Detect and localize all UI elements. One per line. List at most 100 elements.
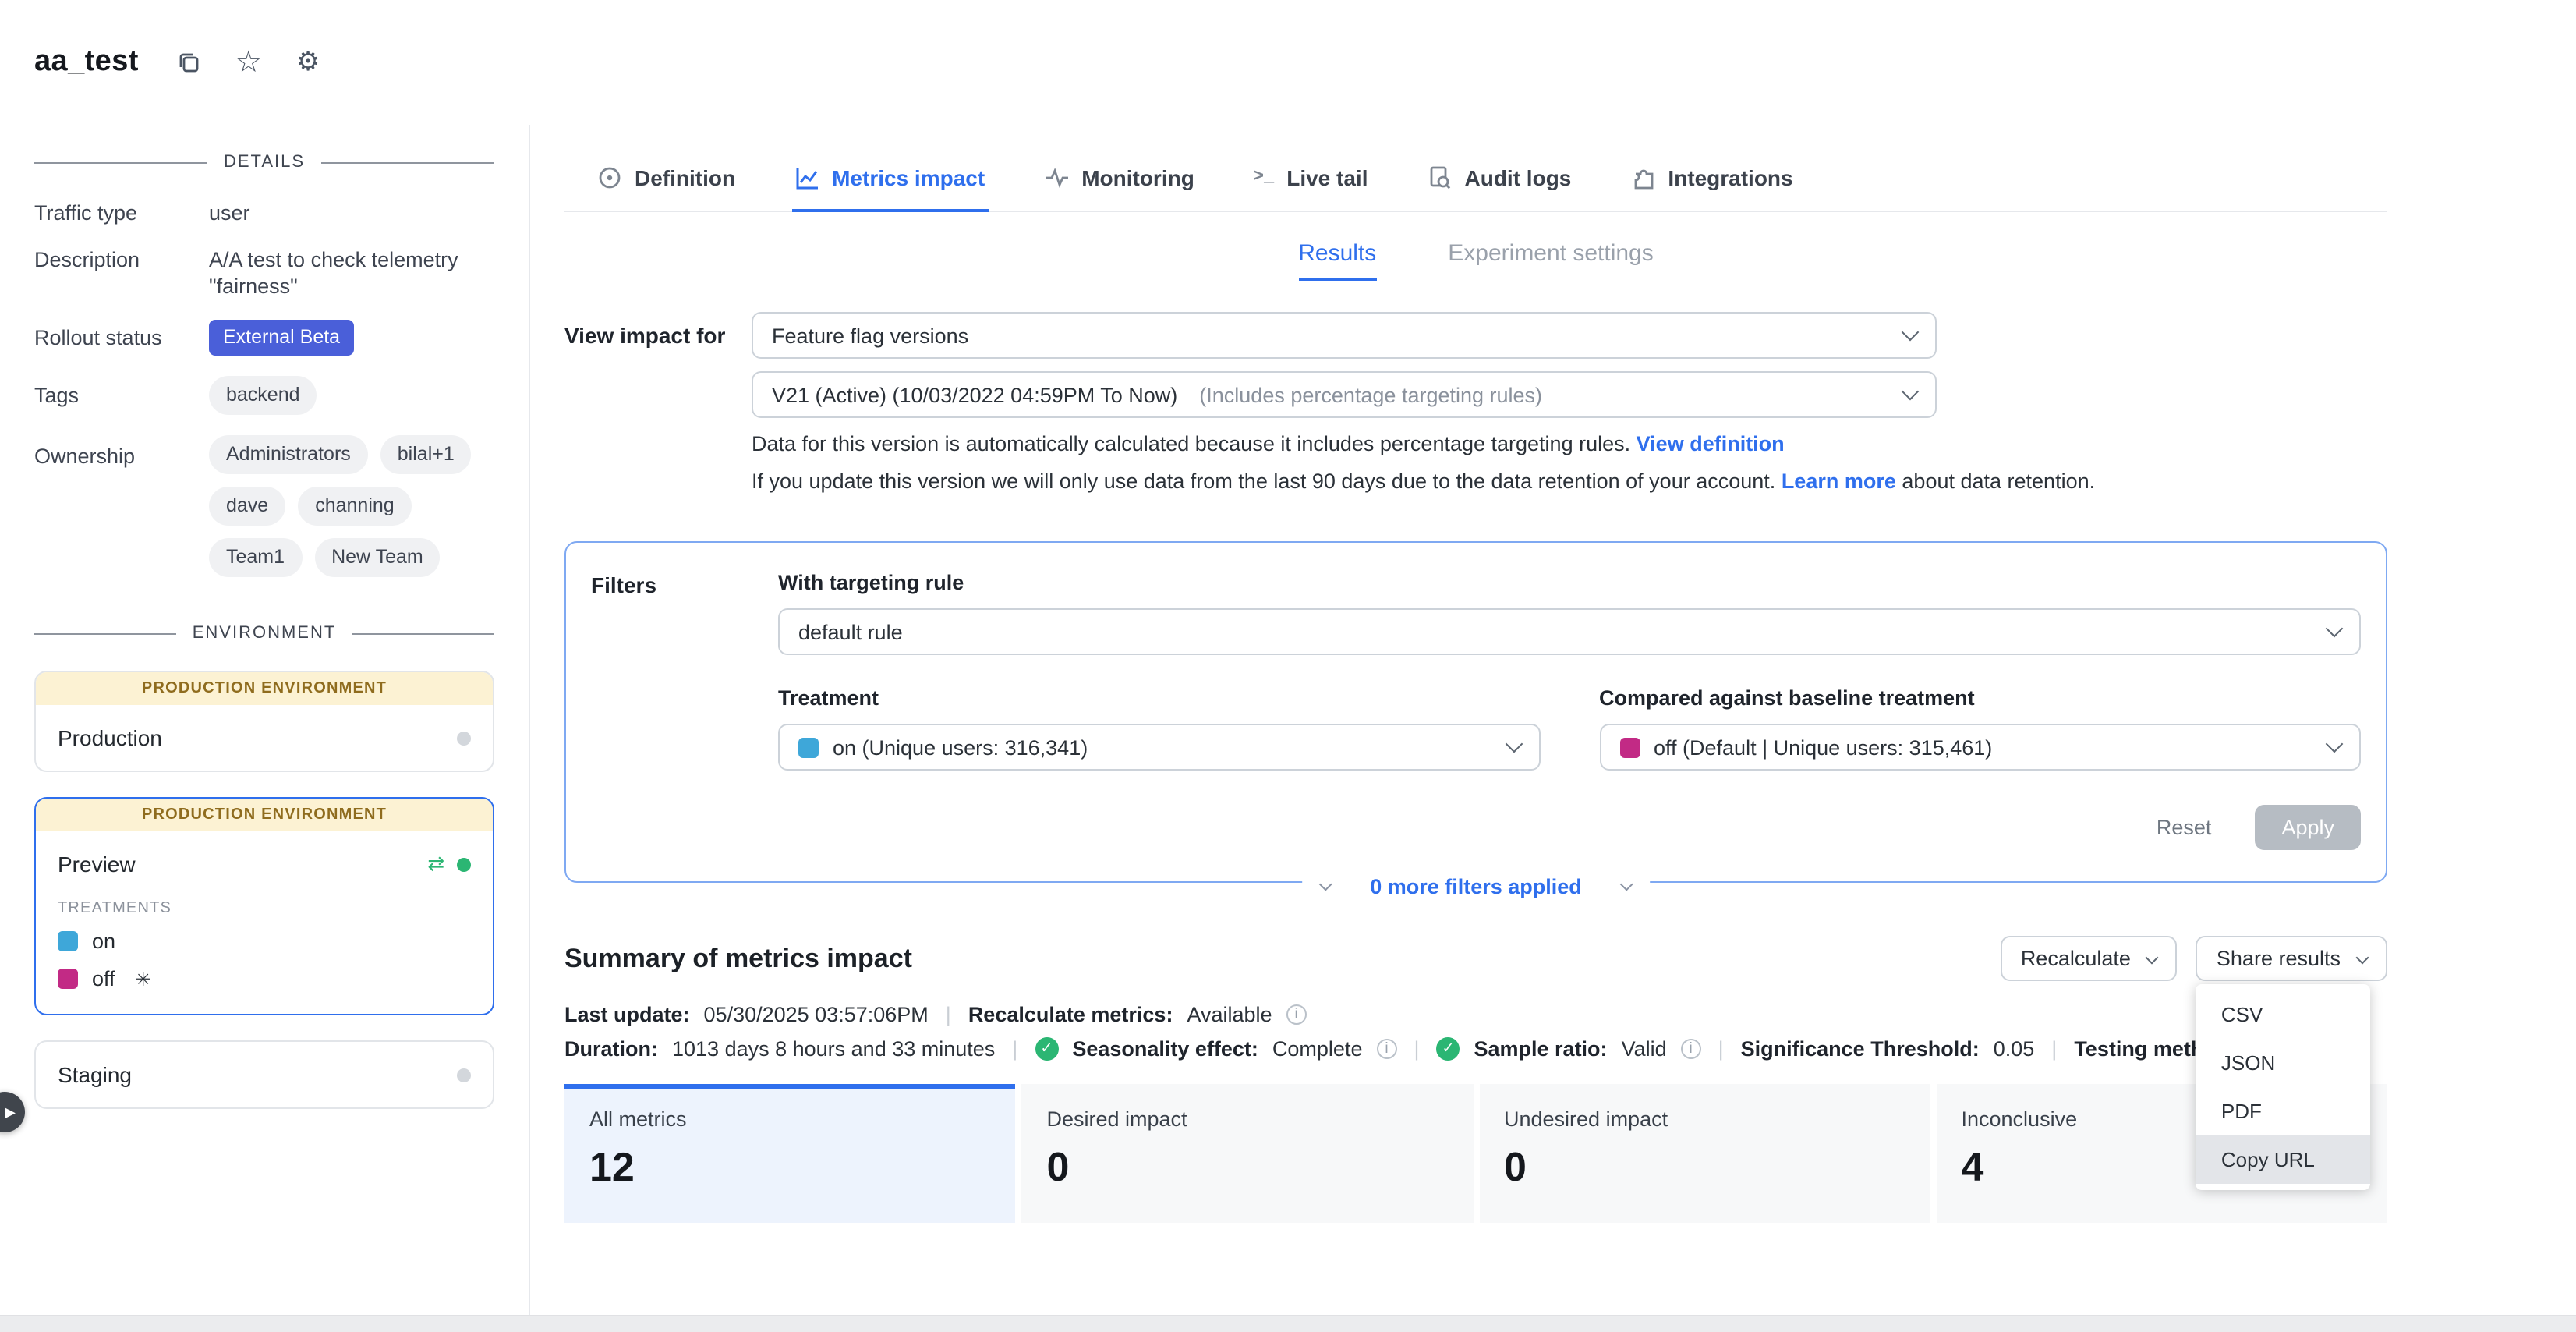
targeting-rule-label: With targeting rule: [778, 571, 2361, 594]
chevron-down-icon: [1505, 735, 1523, 753]
menu-item-copy-url[interactable]: Copy URL: [2196, 1135, 2371, 1184]
owner-pill[interactable]: Administrators: [209, 435, 368, 474]
sample-ratio-value: Valid: [1622, 1037, 1667, 1061]
view-definition-link[interactable]: View definition: [1637, 432, 1785, 455]
chevron-down-icon: [1902, 383, 1920, 401]
env-card-production[interactable]: PRODUCTION ENVIRONMENT Production: [34, 671, 494, 772]
subtab-results[interactable]: Results: [1298, 240, 1376, 281]
view-impact-section: View impact for Feature flag versions V2…: [564, 312, 2387, 494]
duration-value: 1013 days 8 hours and 33 minutes: [672, 1037, 995, 1061]
recalculate-metrics-label: Recalculate metrics:: [968, 1003, 1173, 1026]
treatment-off-swatch: [1619, 737, 1640, 757]
document-search-icon: [1428, 165, 1453, 190]
treatment-dropdown-value: on (Unique users: 316,341): [833, 735, 1088, 759]
status-dot-green: [457, 857, 471, 871]
summary-meta-line-1: Last update: 05/30/2025 03:57:06PM | Rec…: [564, 1003, 2387, 1026]
terminal-icon: >_: [1254, 168, 1274, 187]
treatment-on-swatch: [798, 737, 819, 757]
owner-pill[interactable]: bilal+1: [380, 435, 472, 474]
more-filters-link[interactable]: 0 more filters applied: [1370, 875, 1582, 898]
info-icon[interactable]: [1286, 1004, 1307, 1025]
header-actions: ☆ ⚙: [176, 44, 320, 80]
chevron-down-icon[interactable]: [1318, 878, 1332, 891]
treatment-on-swatch: [58, 931, 78, 951]
apply-button[interactable]: Apply: [2255, 805, 2361, 850]
tab-label: Audit logs: [1465, 165, 1572, 190]
tab-live-tail[interactable]: >_ Live tail: [1251, 150, 1371, 211]
treatment-off-swatch: [58, 969, 78, 989]
puzzle-icon: [1630, 165, 1655, 190]
status-dot-gray: [457, 1068, 471, 1082]
default-treatment-icon: ✳: [136, 968, 151, 990]
owner-pill[interactable]: channing: [298, 487, 412, 526]
tab-definition[interactable]: Definition: [594, 150, 738, 211]
subtab-bar: Results Experiment settings: [564, 240, 2387, 281]
baseline-dropdown-value: off (Default | Unique users: 315,461): [1654, 735, 1992, 759]
treatment-dropdown[interactable]: on (Unique users: 316,341): [778, 724, 1540, 771]
owner-pill[interactable]: Team1: [209, 538, 302, 577]
sample-ratio-label: Sample ratio:: [1474, 1037, 1608, 1061]
targeting-rule-dropdown[interactable]: default rule: [778, 608, 2361, 655]
share-results-button[interactable]: Share results: [2196, 936, 2387, 981]
line-chart-icon: [794, 165, 819, 190]
recalculate-button[interactable]: Recalculate: [2001, 936, 2178, 981]
rollout-status-label: Rollout status: [34, 324, 209, 351]
gear-icon[interactable]: ⚙: [296, 47, 320, 78]
horizontal-scrollbar[interactable]: [0, 1315, 2576, 1332]
copy-icon[interactable]: [176, 50, 201, 75]
version-info-line-1: Data for this version is automatically c…: [752, 430, 2387, 457]
targeting-rule-value: default rule: [798, 620, 903, 643]
metric-card-undesired-impact[interactable]: Undesired impact 0: [1479, 1084, 1930, 1223]
info-icon[interactable]: [1681, 1039, 1701, 1059]
tab-metrics-impact[interactable]: Metrics impact: [791, 150, 988, 212]
version-dropdown[interactable]: V21 (Active) (10/03/2022 04:59PM To Now)…: [752, 371, 1937, 418]
owner-pill[interactable]: New Team: [314, 538, 441, 577]
description-field: Description A/A test to check telemetry …: [34, 246, 494, 299]
env-preview-name: Preview: [58, 852, 136, 877]
metric-card-all-metrics[interactable]: All metrics 12: [564, 1084, 1016, 1223]
recalculate-metrics-value: Available: [1187, 1003, 1272, 1026]
view-impact-label: View impact for: [564, 312, 752, 494]
environment-title: ENVIRONMENT: [193, 624, 337, 643]
tab-label: Integrations: [1668, 165, 1792, 190]
definition-icon: [597, 165, 622, 190]
filters-title: Filters: [591, 571, 778, 850]
flag-title: aa_test: [34, 45, 139, 80]
version-type-dropdown[interactable]: Feature flag versions: [752, 312, 1937, 359]
tab-label: Definition: [635, 165, 735, 190]
version-note: (Includes percentage targeting rules): [1199, 383, 1542, 406]
treatment-label: Treatment: [778, 686, 1540, 710]
tab-audit-logs[interactable]: Audit logs: [1424, 150, 1575, 211]
star-icon[interactable]: ☆: [235, 44, 262, 80]
tab-monitoring[interactable]: Monitoring: [1041, 150, 1198, 211]
env-card-staging[interactable]: Staging: [34, 1040, 494, 1109]
info-icon[interactable]: [1376, 1039, 1396, 1059]
details-title: DETAILS: [224, 153, 305, 172]
environment-section-header: ENVIRONMENT: [34, 624, 494, 643]
env-card-header: PRODUCTION ENVIRONMENT: [36, 799, 493, 831]
traffic-type-field: Traffic type user: [34, 200, 494, 226]
tags-field: Tags backend: [34, 376, 494, 415]
check-circle-icon: [1035, 1037, 1058, 1061]
metric-card-desired-impact[interactable]: Desired impact 0: [1022, 1084, 1474, 1223]
menu-item-csv[interactable]: CSV: [2196, 990, 2371, 1039]
tab-integrations[interactable]: Integrations: [1627, 150, 1796, 211]
chevron-down-icon[interactable]: [1620, 878, 1633, 891]
menu-item-pdf[interactable]: PDF: [2196, 1087, 2371, 1135]
chevron-down-icon: [1902, 324, 1920, 342]
owner-pill[interactable]: dave: [209, 487, 285, 526]
traffic-type-label: Traffic type: [34, 200, 209, 226]
treatment-off-label: off: [92, 967, 115, 990]
reset-button[interactable]: Reset: [2157, 816, 2212, 839]
summary-section: Summary of metrics impact Recalculate Sh…: [564, 936, 2387, 1223]
pulse-icon: [1044, 165, 1069, 190]
subtab-experiment-settings[interactable]: Experiment settings: [1448, 240, 1653, 281]
menu-item-json[interactable]: JSON: [2196, 1039, 2371, 1087]
ownership-label: Ownership: [34, 435, 209, 577]
rollout-status-field: Rollout status External Beta: [34, 320, 494, 356]
baseline-dropdown[interactable]: off (Default | Unique users: 315,461): [1599, 724, 2361, 771]
summary-title: Summary of metrics impact: [564, 943, 912, 974]
learn-more-link[interactable]: Learn more: [1782, 469, 1896, 493]
tag-pill[interactable]: backend: [209, 376, 317, 415]
env-card-preview[interactable]: PRODUCTION ENVIRONMENT Preview ⇄ TREATME…: [34, 797, 494, 1015]
